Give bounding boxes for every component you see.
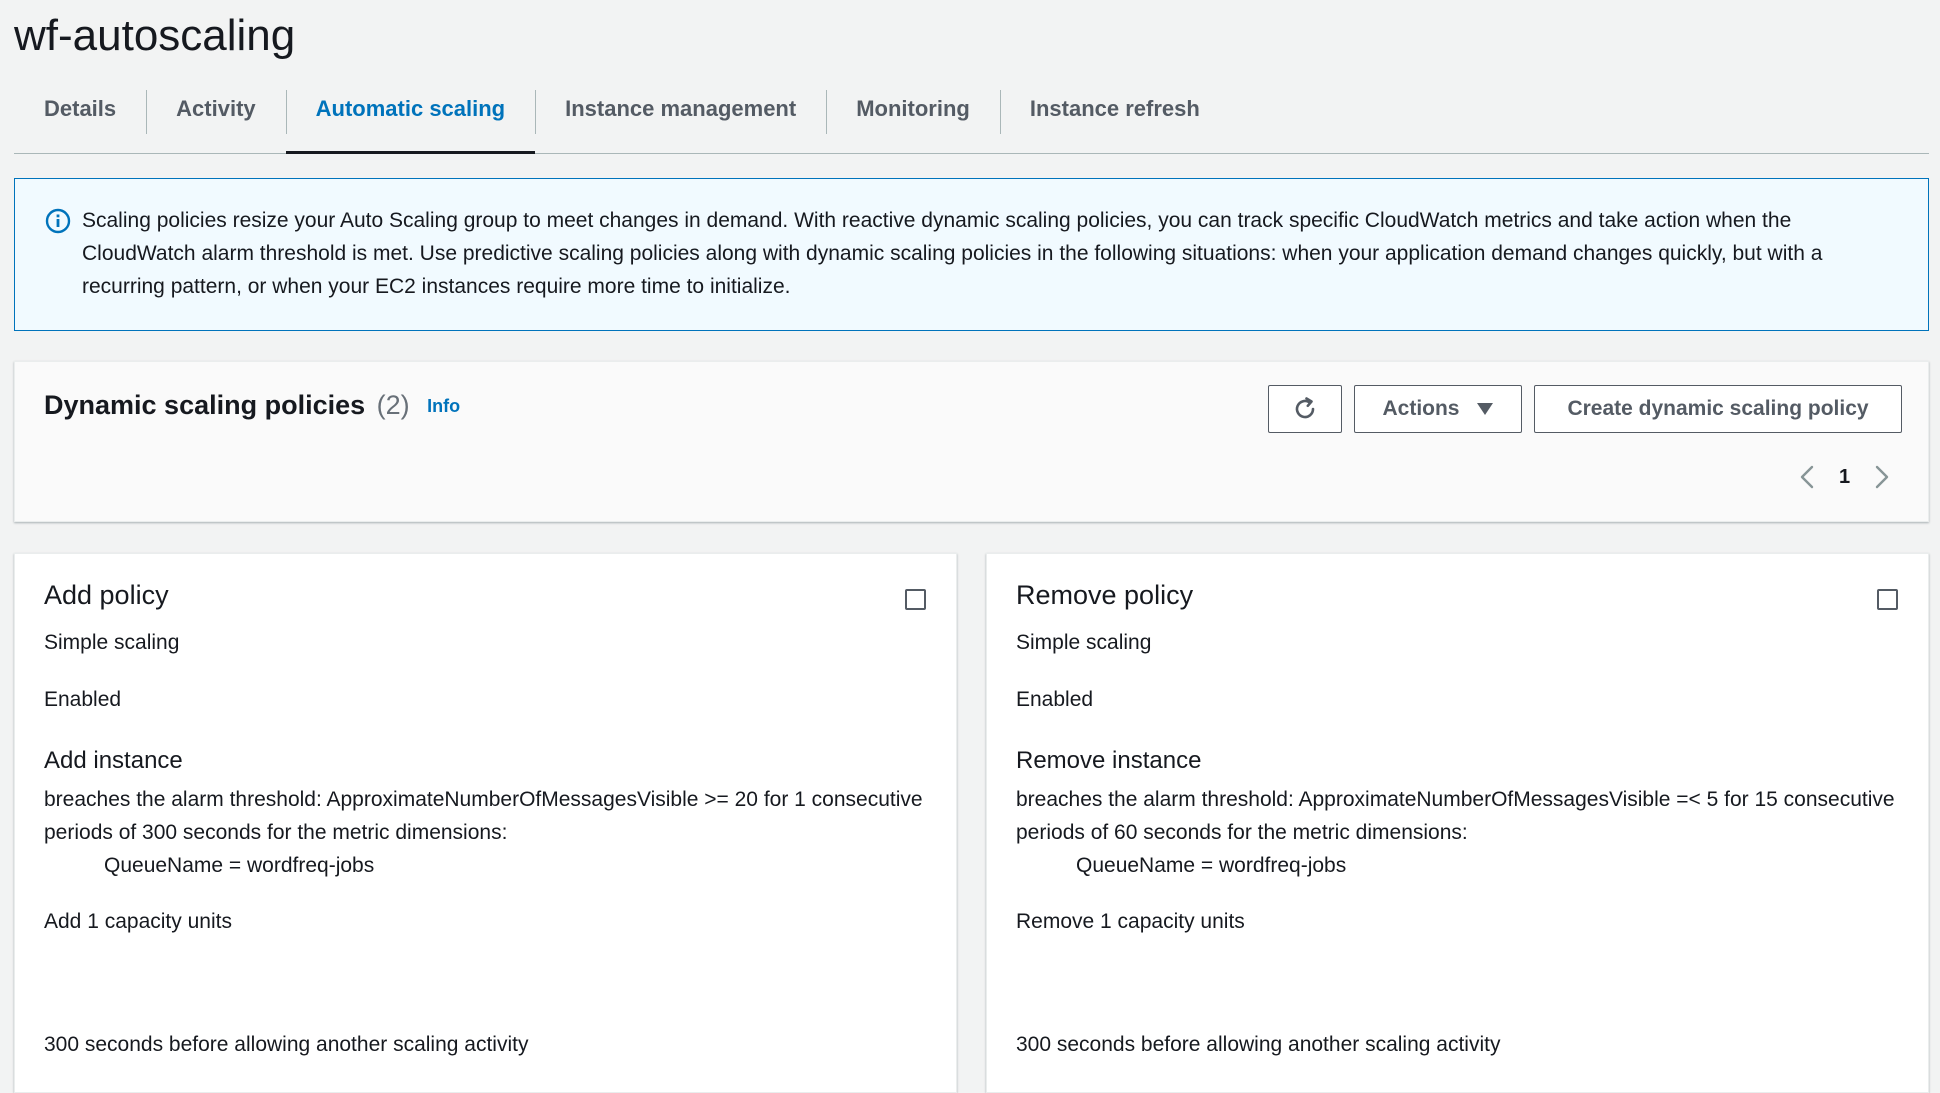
policy-title: Add policy (44, 580, 169, 610)
dynamic-scaling-policies-header: Dynamic scaling policies (2) Info Action… (14, 361, 1929, 522)
tab-label: Details (44, 95, 117, 121)
policy-select-checkbox[interactable] (905, 589, 926, 610)
info-circle-icon (45, 208, 71, 234)
info-alert-text: Scaling policies resize your Auto Scalin… (82, 209, 1823, 298)
policy-alarm-description: breaches the alarm threshold: Approximat… (1016, 783, 1896, 882)
refresh-icon (1295, 397, 1315, 419)
policy-select-checkbox[interactable] (1877, 589, 1898, 610)
alarm-breach-text: breaches the alarm threshold: Approximat… (44, 788, 923, 844)
actions-dropdown-button[interactable]: Actions (1354, 385, 1522, 433)
tab-label: Automatic scaling (315, 95, 506, 121)
tab-label: Activity (176, 95, 256, 121)
info-link[interactable]: Info (427, 396, 460, 416)
policy-type: Simple scaling (44, 631, 180, 654)
tab-instance-management[interactable]: Instance management (535, 88, 826, 153)
refresh-button[interactable] (1268, 385, 1342, 433)
info-alert: Scaling policies resize your Auto Scalin… (14, 178, 1929, 331)
policy-card-remove: Remove policy Simple scaling Enabled Rem… (986, 553, 1929, 1093)
next-page-button[interactable] (1872, 463, 1892, 491)
chevron-right-icon (1875, 465, 1889, 489)
tab-bar: Details Activity Automatic scaling Insta… (14, 88, 1929, 154)
section-title: Dynamic scaling policies (2) Info (44, 390, 460, 421)
policy-card-add: Add policy Simple scaling Enabled Add in… (14, 553, 957, 1093)
caret-down-icon (1476, 403, 1493, 415)
metric-dimension: QueueName = wordfreq-jobs (1076, 854, 1347, 877)
policy-capacity: Remove 1 capacity units (1016, 910, 1245, 933)
policy-status: Enabled (1016, 688, 1094, 711)
create-dynamic-scaling-policy-button[interactable]: Create dynamic scaling policy (1534, 385, 1902, 433)
policy-title: Remove policy (1016, 580, 1194, 610)
policy-type: Simple scaling (1016, 631, 1152, 654)
policy-action-title: Add instance (44, 747, 183, 774)
metric-dimension: QueueName = wordfreq-jobs (104, 854, 375, 877)
policy-alarm-description: breaches the alarm threshold: Approximat… (44, 783, 924, 882)
page-number[interactable]: 1 (1839, 466, 1850, 489)
pagination: 1 (1797, 460, 1892, 494)
tab-label: Instance management (565, 95, 797, 121)
chevron-left-icon (1800, 465, 1814, 489)
section-title-text: Dynamic scaling policies (44, 390, 366, 420)
policy-action-title: Remove instance (1016, 747, 1202, 774)
policy-status: Enabled (44, 688, 122, 711)
tab-activity[interactable]: Activity (146, 88, 285, 153)
tab-instance-refresh[interactable]: Instance refresh (999, 88, 1230, 153)
policy-count: (2) (376, 390, 410, 420)
tab-details[interactable]: Details (14, 88, 146, 153)
policy-cooldown: 300 seconds before allowing another scal… (44, 1033, 529, 1056)
previous-page-button[interactable] (1797, 463, 1817, 491)
tab-monitoring[interactable]: Monitoring (826, 88, 1000, 153)
policy-capacity: Add 1 capacity units (44, 910, 232, 933)
actions-label: Actions (1382, 397, 1460, 420)
tab-label: Monitoring (856, 95, 970, 121)
tab-label: Instance refresh (1029, 95, 1200, 121)
policy-cooldown: 300 seconds before allowing another scal… (1016, 1033, 1501, 1056)
alarm-breach-text: breaches the alarm threshold: Approximat… (1016, 788, 1895, 844)
page-title: wf-autoscaling (14, 11, 296, 60)
tab-automatic-scaling[interactable]: Automatic scaling (285, 88, 536, 154)
